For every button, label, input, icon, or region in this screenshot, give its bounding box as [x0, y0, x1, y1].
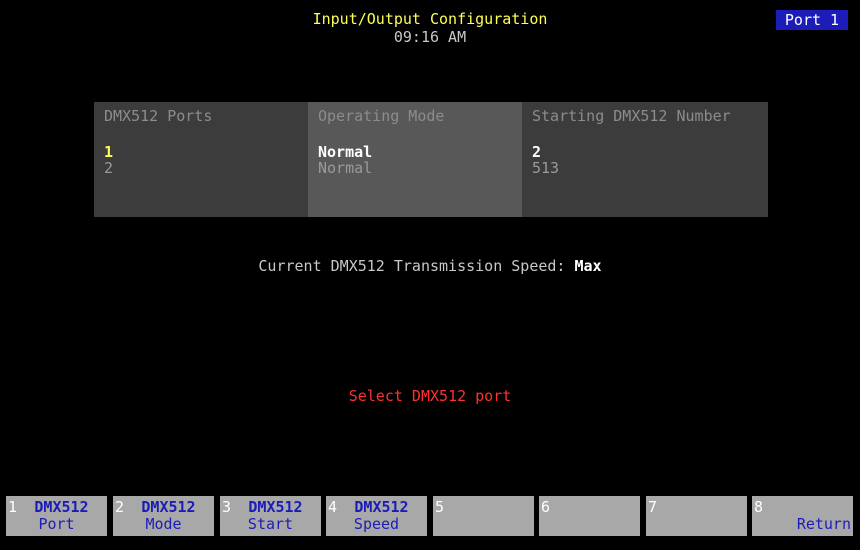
port-badge: Port 1 [776, 10, 848, 30]
clock-time: 09:16 AM [393, 28, 467, 46]
mode-cell-2[interactable]: Normal [318, 160, 372, 176]
mode-cell-1[interactable]: Normal [318, 144, 372, 160]
start-column: Starting DMX512 Number 2 513 [522, 102, 768, 217]
softkey-number: 7 [648, 498, 658, 516]
softkey-6[interactable]: 6 [539, 496, 640, 536]
softkey-7[interactable]: 7 [646, 496, 747, 536]
start-cell-1[interactable]: 2 [532, 144, 541, 160]
softkey-number: 6 [541, 498, 551, 516]
softkey-number: 8 [754, 498, 764, 516]
start-column-header: Starting DMX512 Number [532, 107, 731, 125]
command-prompt: Select DMX512 port [348, 387, 512, 405]
softkey-label-return: Return [796, 515, 851, 533]
softkey-label-line1: DMX512 [34, 498, 89, 516]
softkey-bar: 1 DMX512 Port 2 DMX512 Mode 3 DMX512 Sta… [6, 496, 854, 536]
softkey-dmx512-mode[interactable]: 2 DMX512 Mode [113, 496, 214, 536]
softkey-label-line1: DMX512 [141, 498, 196, 516]
transmission-speed-label: Current DMX512 Transmission Speed: [258, 257, 566, 275]
softkey-label-line2: Mode [145, 515, 182, 533]
port-config-table: DMX512 Ports 1 2 Operating Mode Normal N… [94, 102, 768, 217]
transmission-speed: Current DMX512 Transmission Speed: Max [0, 257, 860, 275]
softkey-dmx512-speed[interactable]: 4 DMX512 Speed [326, 496, 427, 536]
softkey-label-line2: Speed [353, 515, 400, 533]
softkey-5[interactable]: 5 [433, 496, 534, 536]
mode-column: Operating Mode Normal Normal [308, 102, 522, 217]
softkey-label-line2: Start [247, 515, 294, 533]
softkey-label-line2: Port [38, 515, 75, 533]
softkey-label-line1: DMX512 [248, 498, 303, 516]
softkey-dmx512-port[interactable]: 1 DMX512 Port [6, 496, 107, 536]
ports-column: DMX512 Ports 1 2 [94, 102, 308, 217]
ports-column-header: DMX512 Ports [104, 107, 213, 125]
mode-column-header: Operating Mode [318, 107, 445, 125]
softkey-number: 5 [435, 498, 445, 516]
port-cell-1[interactable]: 1 [104, 144, 113, 160]
softkey-return[interactable]: 8 Return [752, 496, 853, 536]
port-cell-2[interactable]: 2 [104, 160, 113, 176]
softkey-dmx512-start[interactable]: 3 DMX512 Start [220, 496, 321, 536]
softkey-label-line1: DMX512 [354, 498, 409, 516]
start-cell-2[interactable]: 513 [532, 160, 559, 176]
screen-title: Input/Output Configuration [312, 10, 548, 28]
transmission-speed-value: Max [574, 257, 602, 275]
